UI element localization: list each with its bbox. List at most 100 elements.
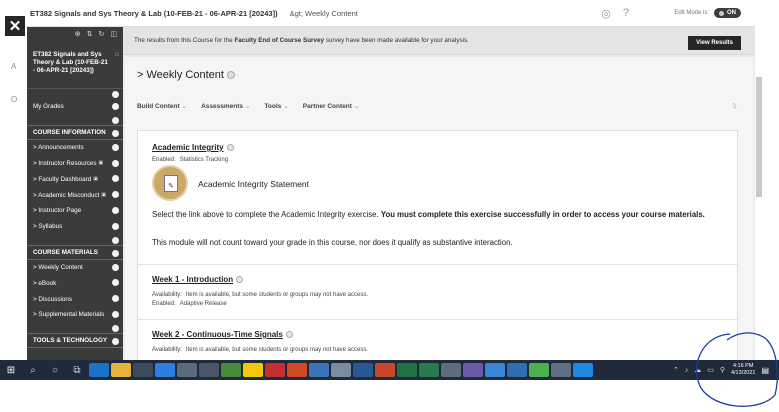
academic-integrity-link[interactable]: Academic Integrity Statement — [198, 179, 309, 189]
status-dot — [112, 279, 119, 287]
sidebar-header-course-information: COURSE INFORMATION — [27, 124, 123, 140]
pdf-icon[interactable] — [287, 363, 307, 377]
home-icon[interactable]: ⌂ — [115, 51, 119, 59]
breadcrumb-course[interactable]: ET382 Signals and Sys Theory & Lab (10-F… — [30, 9, 278, 18]
search-icon[interactable]: ⌕ — [22, 365, 44, 376]
status-dot — [112, 143, 119, 151]
status-dot — [112, 103, 119, 110]
item-title-link[interactable]: Academic Integrity — [152, 143, 234, 152]
remote-desktop-icon[interactable] — [441, 363, 461, 377]
build-content-menu[interactable]: Build Content ⌄ — [137, 102, 187, 114]
tools-menu[interactable]: Tools ⌄ — [264, 102, 288, 114]
app-icon[interactable] — [529, 363, 549, 377]
sidebar-item-label: My Grades — [33, 103, 64, 111]
windows-start-icon[interactable]: ⊞ — [0, 365, 22, 376]
spreadsheet-icon[interactable] — [419, 363, 439, 377]
window-icon[interactable]: ◫ — [110, 30, 117, 41]
edit-mode-value: ON — [727, 10, 736, 16]
item-title-link[interactable]: Week 1 - Introduction — [152, 275, 244, 284]
sidebar-course-title[interactable]: ET382 Signals and Sys Theory & Lab (10-F… — [27, 41, 123, 89]
meta-value: Adaptive Release — [179, 301, 227, 307]
calculator-icon[interactable] — [309, 363, 329, 377]
sidebar-item-label: > Academic Misconduct — [33, 191, 100, 199]
sidebar-item-supplemental-materials[interactable]: > Supplemental Materials — [27, 307, 123, 323]
notification-icon[interactable]: ▤ — [761, 366, 769, 375]
sidebar-spacer — [27, 235, 123, 245]
app-icon[interactable] — [507, 363, 527, 377]
sidebar-header-label: TOOLS & TECHNOLOGY — [33, 336, 108, 344]
app-icon[interactable] — [573, 363, 593, 377]
status-dot — [112, 91, 119, 98]
reorder-icon[interactable]: ⇅ — [87, 30, 93, 41]
status-dot — [112, 191, 119, 199]
list-item-academic-integrity: Academic Integrity Enabled: Statistics Tr… — [138, 131, 737, 265]
sidebar-item-academic-misconduct[interactable]: > Academic Misconduct ▣ — [27, 187, 123, 203]
task-view-icon[interactable]: ⧉ — [66, 365, 88, 376]
description-text: Select the link above to complete the Ac… — [152, 210, 381, 219]
options-chevron-icon[interactable] — [236, 276, 244, 283]
sidebar-item-instructor-page[interactable]: > Instructor Page — [27, 203, 123, 219]
monitor-icon[interactable]: ▭ — [707, 366, 714, 374]
sticky-notes-icon[interactable] — [243, 363, 263, 377]
status-dot — [112, 175, 119, 183]
sidebar-item-faculty-dashboard[interactable]: > Faculty Dashboard ▣ — [27, 171, 123, 187]
sidebar-item-label: > eBook — [33, 279, 57, 287]
sidebar-item-label: > Instructor Resources — [33, 159, 97, 167]
options-chevron-icon[interactable] — [226, 71, 235, 79]
sidebar-item-my-grades[interactable]: My Grades — [27, 99, 123, 115]
ie-icon[interactable] — [155, 363, 175, 377]
sidebar-item-syllabus[interactable]: > Syllabus — [27, 219, 123, 235]
item-title-link[interactable]: Week 2 - Continuous-Time Signals — [152, 330, 293, 339]
list-item-week-2: Week 2 - Continuous-Time Signals Availab… — [138, 320, 737, 360]
taskbar-clock[interactable]: 4:16 PM 4/13/2021 — [731, 363, 755, 377]
snipping-icon[interactable] — [331, 363, 351, 377]
main-content: The results from this Course for the Fac… — [123, 27, 755, 360]
meta-value: Statistics Tracking — [179, 157, 229, 163]
assessments-menu[interactable]: Assessments ⌄ — [201, 102, 250, 114]
add-menu-item-icon[interactable]: ⊕ — [75, 30, 81, 41]
sidebar-item-ebook[interactable]: > eBook — [27, 275, 123, 291]
cloud-icon[interactable]: ☁ — [694, 366, 701, 374]
status-dot — [112, 222, 119, 230]
app-icon[interactable] — [551, 363, 571, 377]
sidebar-item-weekly-content[interactable]: > Weekly Content — [27, 260, 123, 276]
excel-icon[interactable] — [397, 363, 417, 377]
partner-content-menu[interactable]: Partner Content ⌄ — [303, 102, 360, 114]
file-explorer-icon[interactable] — [111, 363, 131, 377]
refresh-icon[interactable]: ↻ — [99, 30, 105, 41]
chrome-icon[interactable] — [221, 363, 241, 377]
system-tray: ⌃ ♪ ☁ ▭ ⚲ 4:16 PM 4/13/2021 ▤ — [673, 360, 769, 380]
tray-chevron-icon[interactable]: ⌃ — [673, 366, 679, 374]
app-icon[interactable] — [463, 363, 483, 377]
volume-icon[interactable]: ♪ — [685, 367, 689, 374]
network-icon[interactable]: ⚲ — [720, 366, 725, 374]
sidebar-item-announcements[interactable]: > Announcements — [27, 140, 123, 156]
acrobat-icon[interactable] — [265, 363, 285, 377]
mail-icon[interactable] — [199, 363, 219, 377]
status-dot — [112, 310, 119, 318]
course-title-text: ET382 Signals and Sys Theory & Lab (10-F… — [33, 51, 108, 74]
options-chevron-icon[interactable] — [226, 144, 234, 151]
options-chevron-icon[interactable] — [285, 331, 293, 338]
breadcrumb-page: &gt; Weekly Content — [289, 8, 358, 18]
view-results-button[interactable]: View Results — [688, 36, 741, 50]
store-icon[interactable] — [133, 363, 153, 377]
close-menu-button[interactable]: ✕ — [5, 16, 25, 36]
edit-mode-toggle[interactable]: ON — [714, 8, 741, 18]
strip-glyph: A — [11, 62, 17, 71]
help-icon[interactable]: ? — [623, 7, 629, 20]
item-description: This module will not count toward your g… — [152, 238, 513, 247]
powerpoint-icon[interactable] — [375, 363, 395, 377]
app-icon[interactable] — [485, 363, 505, 377]
edge-icon[interactable] — [89, 363, 109, 377]
sort-icon[interactable]: ⇅ — [732, 102, 737, 110]
word-icon[interactable] — [353, 363, 373, 377]
scrollbar-thumb[interactable] — [756, 77, 762, 197]
student-preview-icon[interactable]: ◎ — [601, 7, 611, 20]
description-bold: You must complete this exercise successf… — [380, 210, 705, 219]
sidebar-item-discussions[interactable]: > Discussions — [27, 291, 123, 307]
sidebar-item-instructor-resources[interactable]: > Instructor Resources ▣ — [27, 156, 123, 172]
vertical-scrollbar[interactable] — [755, 27, 779, 360]
cortana-icon[interactable]: ○ — [44, 365, 66, 376]
settings-icon[interactable] — [177, 363, 197, 377]
